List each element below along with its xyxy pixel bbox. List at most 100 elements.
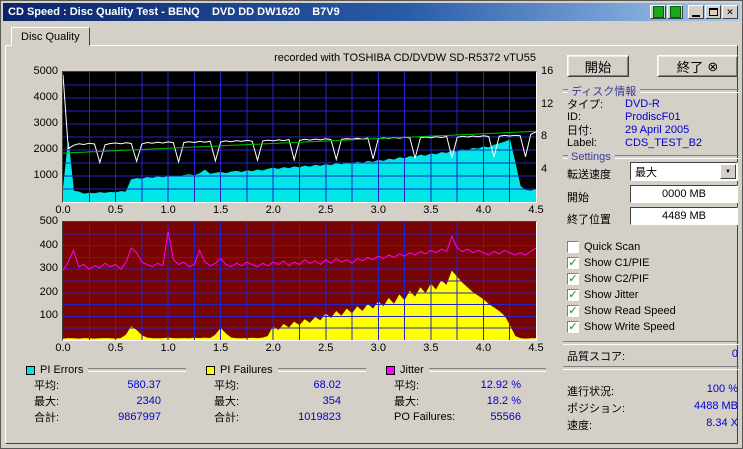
- header-rule: [614, 155, 739, 159]
- axis-tick: 3.0: [370, 342, 386, 354]
- axis-tick: 1.0: [160, 204, 176, 216]
- stat-row: 合計: 1019823: [206, 409, 341, 425]
- settings-checkbox-list: Quick Scan ✓ Show C1/PIE ✓ Show C2/PIF ✓ Show …: [567, 239, 738, 335]
- check-icon: ✓: [568, 256, 578, 269]
- checkbox-show-write-speed[interactable]: ✓ Show Write Speed: [567, 319, 738, 335]
- exit-button-label: 終了: [676, 59, 704, 75]
- chart-canvas: [62, 222, 537, 341]
- axis-tick: 3.5: [423, 342, 439, 354]
- checkbox-show-c2-pif[interactable]: ✓ Show C2/PIF: [567, 271, 738, 287]
- axis-tick: 8: [541, 130, 548, 142]
- stat-value: 1019823: [298, 411, 341, 423]
- close-button[interactable]: ✕: [722, 5, 738, 19]
- checkbox-box[interactable]: ✓: [567, 257, 579, 269]
- start-button[interactable]: 開始: [567, 55, 629, 77]
- stat-value: 55566: [490, 411, 521, 423]
- axis-tick: 16: [541, 65, 554, 77]
- disc-info-field-value: ProdiscF01: [625, 110, 681, 123]
- stat-label: 最大:: [394, 396, 420, 408]
- checkbox-show-c1-pie[interactable]: ✓ Show C1/PIE: [567, 255, 738, 271]
- axis-tick: 3.0: [370, 204, 386, 216]
- disc-info-field-label: Label:: [567, 136, 597, 149]
- axis-tick: 1000: [33, 169, 58, 181]
- stat-row: 合計: 9867997: [26, 409, 161, 425]
- transfer-speed-select[interactable]: 最大 ▼: [630, 162, 738, 181]
- check-icon: ✓: [568, 272, 578, 285]
- status-label: 速度:: [567, 420, 593, 432]
- axis-tick: 3.5: [423, 204, 439, 216]
- header-dash: [563, 155, 568, 159]
- checkbox-show-read-speed[interactable]: ✓ Show Read Speed: [567, 303, 738, 319]
- axis-tick: 2.0: [265, 204, 281, 216]
- checkbox-box[interactable]: ✓: [567, 321, 579, 333]
- axis-tick: 1.5: [213, 342, 229, 354]
- transfer-speed-label: 転送速度: [567, 169, 611, 181]
- stat-row: 平均: 68.02: [206, 377, 341, 393]
- header-rule: [640, 89, 739, 93]
- checkbox-label: Show Write Speed: [584, 321, 675, 333]
- check-icon: ✓: [568, 320, 578, 333]
- transfer-speed-value: 最大: [635, 166, 657, 179]
- window-title: CD Speed : Disc Quality Test - BENQ DVD …: [8, 6, 340, 18]
- disc-info-field-label: 日付:: [567, 124, 593, 137]
- stat-label: PO Failures:: [394, 411, 456, 423]
- checkbox-quick-scan[interactable]: Quick Scan: [567, 239, 738, 255]
- stat-value: 68.02: [313, 379, 341, 391]
- stat-group-pi-errors: PI Errors 平均: 580.37 最大: 2340 合計: 9867997: [26, 363, 186, 425]
- stat-value: 580.37: [127, 379, 161, 391]
- disc-info-row: 日付: 29 April 2005: [567, 123, 738, 137]
- checkbox-box[interactable]: ✓: [567, 289, 579, 301]
- minimize-button[interactable]: [688, 5, 704, 19]
- stat-value: 2340: [136, 395, 161, 407]
- legend-row: PI Failures: [206, 363, 366, 377]
- exit-button[interactable]: 終了 ⊗: [657, 55, 738, 77]
- legend-swatch: [26, 365, 35, 375]
- show-data-icon[interactable]: [667, 5, 683, 19]
- start-position-input[interactable]: [630, 185, 738, 203]
- app-window: CD Speed : Disc Quality Test - BENQ DVD …: [0, 0, 743, 449]
- checkbox-show-jitter[interactable]: ✓ Show Jitter: [567, 287, 738, 303]
- axis-tick: 500: [39, 215, 58, 227]
- checkbox-box[interactable]: ✓: [567, 273, 579, 285]
- green-document-icon: [669, 6, 681, 18]
- stat-label: 平均:: [214, 380, 240, 392]
- minimize-icon: [692, 14, 700, 17]
- legend-label: PI Failures: [220, 364, 273, 376]
- chevron-down-icon[interactable]: ▼: [720, 164, 736, 179]
- quality-score-row: 品質スコア: 0: [567, 348, 738, 364]
- stat-label: 最大:: [214, 396, 240, 408]
- titlebar[interactable]: CD Speed : Disc Quality Test - BENQ DVD …: [3, 3, 740, 21]
- stat-label: 最大:: [34, 396, 60, 408]
- status-label: ポジション:: [567, 403, 626, 415]
- end-position-input[interactable]: [630, 207, 738, 225]
- legend-swatch: [386, 365, 395, 375]
- header-dash: [563, 89, 568, 93]
- checkbox-label: Quick Scan: [584, 241, 641, 253]
- green-document-icon: [652, 6, 664, 18]
- axis-tick: 2.0: [265, 342, 281, 354]
- status-value: 8.34 X: [706, 417, 738, 429]
- titlebar-buttons: ✕: [650, 5, 738, 19]
- stat-value: 9867997: [118, 411, 161, 423]
- axis-tick: 1.0: [160, 342, 176, 354]
- axis-tick: 5000: [33, 65, 58, 77]
- axis-tick: 300: [39, 262, 58, 275]
- show-graph-icon[interactable]: [650, 5, 666, 19]
- maximize-button[interactable]: [705, 5, 721, 19]
- stat-label: 平均:: [34, 380, 60, 392]
- stat-label: 合計:: [34, 412, 60, 424]
- quality-score-label: 品質スコア:: [567, 351, 626, 363]
- checkbox-box[interactable]: ✓: [567, 305, 579, 317]
- quality-score-value: 0: [731, 348, 738, 360]
- status-value: 100 %: [706, 383, 738, 395]
- axis-tick: 2000: [33, 143, 58, 155]
- disc-info-rows: タイプ: DVD-R ID: ProdiscF01 日付: 29 April 2005 La…: [567, 97, 738, 149]
- axis-tick: 4.5: [528, 342, 544, 354]
- axis-tick: 200: [39, 285, 58, 298]
- status-row-: 速度: 8.34 X: [567, 417, 738, 433]
- checkbox-box[interactable]: [567, 241, 579, 253]
- status-value: 4488 MB: [693, 400, 738, 412]
- tab-disc-quality[interactable]: Disc Quality: [11, 27, 90, 46]
- stat-label: 合計:: [214, 412, 240, 424]
- disc-info-field-value: DVD-R: [625, 97, 660, 110]
